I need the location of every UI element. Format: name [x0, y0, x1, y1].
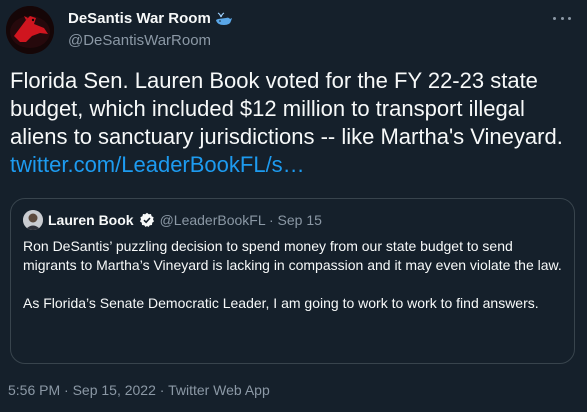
verified-badge-icon	[139, 212, 154, 227]
author-name-row[interactable]: DeSantis War Room	[68, 10, 233, 27]
quoted-handle-date[interactable]: @LeaderBookFL · Sep 15	[160, 212, 322, 228]
author-avatar[interactable]	[6, 6, 54, 54]
quoted-paragraph: Ron DeSantis’ puzzling decision to spend…	[23, 238, 562, 273]
author-handle[interactable]: @DeSantisWarRoom	[68, 32, 211, 49]
tweet-timestamp[interactable]: 5:56 PM · Sep 15, 2022 · Twitter Web App	[8, 382, 270, 398]
tweet-text: Florida Sen. Lauren Book voted for the F…	[10, 67, 580, 179]
quoted-paragraph: As Florida’s Senate Democratic Leader, I…	[23, 295, 539, 311]
spouting-whale-icon	[215, 11, 232, 25]
more-options-icon[interactable]	[550, 8, 574, 28]
quoted-tweet-text: Ron DeSantis’ puzzling decision to spend…	[23, 237, 563, 313]
quoted-author-name[interactable]: Lauren Book	[48, 212, 134, 228]
tweet-link[interactable]: twitter.com/LeaderBookFL/s…	[10, 152, 305, 177]
tweet-card: DeSantis War Room @DeSantisWarRoom Flori…	[0, 0, 587, 412]
person-photo-icon	[23, 210, 43, 230]
author-name[interactable]: DeSantis War Room	[68, 10, 211, 27]
quoted-tweet-header: Lauren Book @LeaderBookFL · Sep 15	[23, 210, 322, 230]
quoted-author-avatar[interactable]	[23, 210, 43, 230]
alligator-logo-icon	[6, 6, 54, 54]
tweet-body: Florida Sen. Lauren Book voted for the F…	[10, 68, 563, 149]
quoted-tweet[interactable]: Lauren Book @LeaderBookFL · Sep 15 Ron D…	[10, 198, 575, 364]
